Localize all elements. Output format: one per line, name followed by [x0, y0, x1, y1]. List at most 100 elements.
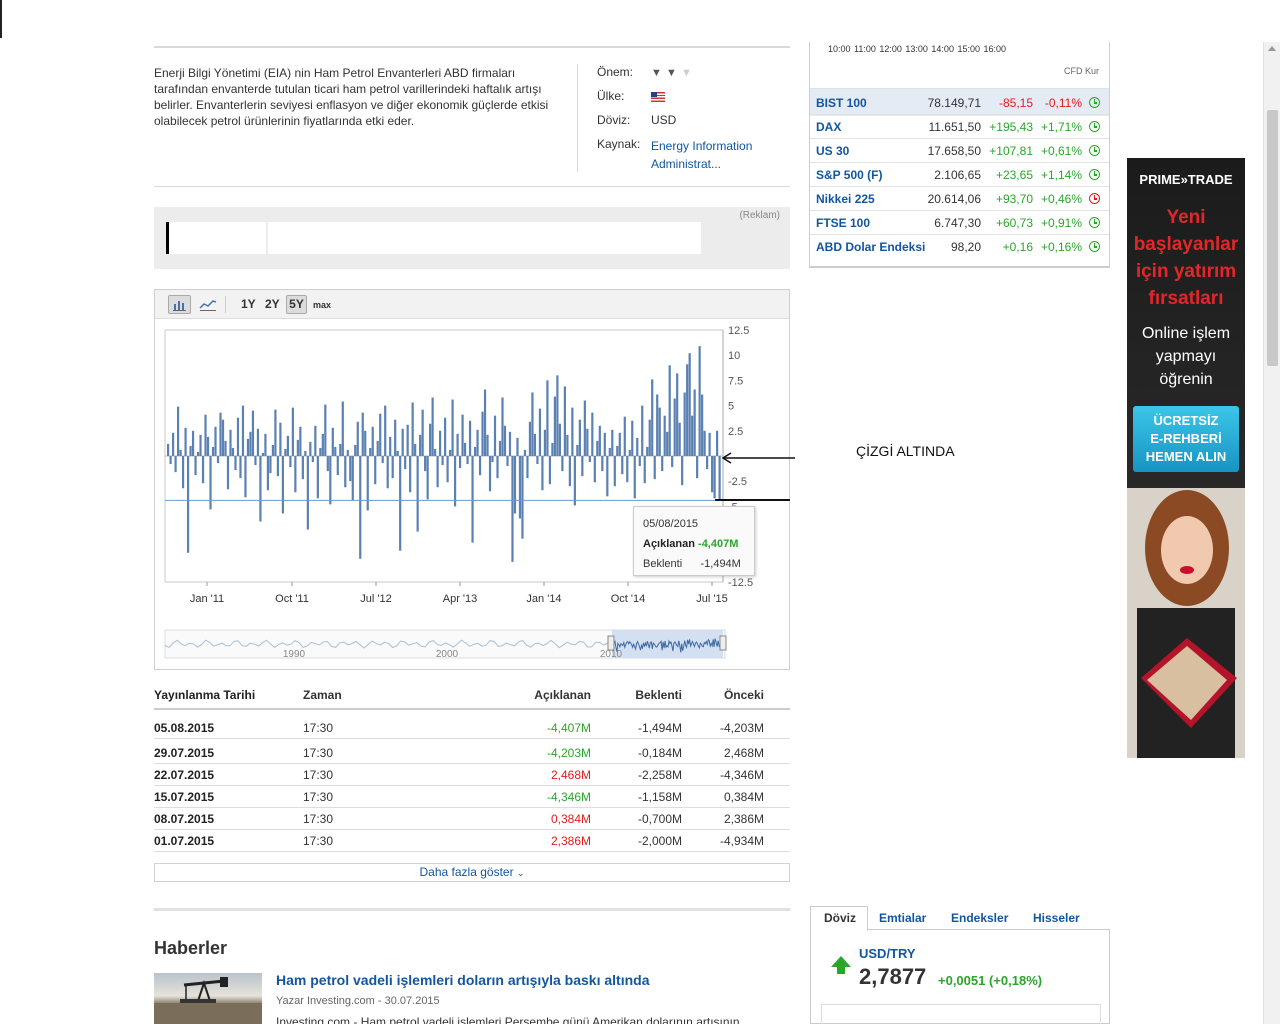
data-bar[interactable]: [271, 444, 275, 456]
data-bar[interactable]: [321, 433, 324, 456]
data-bar[interactable]: [448, 449, 452, 456]
data-bar[interactable]: [698, 346, 701, 456]
data-bar[interactable]: [286, 435, 289, 456]
range-1y-button[interactable]: 1Y: [241, 297, 256, 311]
data-bar[interactable]: [179, 449, 182, 456]
data-bar[interactable]: [503, 425, 507, 456]
data-bar[interactable]: [566, 434, 569, 456]
data-bar[interactable]: [661, 456, 664, 472]
index-row[interactable]: FTSE 100 6.747,30 +60,73 +0,91%: [810, 210, 1109, 234]
data-bar[interactable]: [643, 456, 646, 484]
data-bar[interactable]: [396, 450, 399, 456]
data-bar[interactable]: [651, 379, 654, 456]
fx-pair-link[interactable]: USD/TRY: [859, 946, 916, 961]
data-bar[interactable]: [251, 410, 255, 456]
data-bar[interactable]: [578, 419, 581, 456]
data-bar[interactable]: [468, 420, 472, 456]
data-bar[interactable]: [606, 456, 609, 497]
data-bar[interactable]: [441, 456, 444, 466]
data-bar[interactable]: [421, 409, 424, 456]
data-bar[interactable]: [508, 431, 512, 456]
data-bar[interactable]: [246, 438, 250, 456]
data-bar[interactable]: [169, 456, 172, 465]
data-bar[interactable]: [304, 450, 307, 456]
data-bar[interactable]: [416, 456, 419, 532]
data-bar[interactable]: [174, 456, 177, 473]
ad-text-area[interactable]: [268, 222, 701, 254]
data-bar[interactable]: [646, 446, 649, 456]
data-bar[interactable]: [274, 409, 277, 456]
data-bar[interactable]: [513, 456, 517, 514]
data-bar[interactable]: [229, 429, 232, 456]
data-bar[interactable]: [701, 394, 704, 456]
data-bar[interactable]: [426, 456, 429, 500]
data-bar[interactable]: [264, 433, 267, 456]
data-bar[interactable]: [279, 422, 282, 456]
data-bar[interactable]: [201, 456, 205, 484]
data-bar[interactable]: [588, 456, 591, 463]
data-bar[interactable]: [518, 456, 522, 519]
data-bar[interactable]: [476, 429, 479, 456]
data-bar[interactable]: [209, 456, 212, 510]
data-bar[interactable]: [493, 415, 497, 456]
data-bar[interactable]: [429, 423, 432, 456]
data-bar[interactable]: [483, 389, 487, 456]
data-bar[interactable]: [334, 446, 337, 456]
data-bar[interactable]: [256, 428, 260, 456]
data-bar[interactable]: [236, 417, 240, 456]
data-bar[interactable]: [296, 439, 299, 456]
data-bar[interactable]: [603, 432, 606, 456]
data-bar[interactable]: [311, 456, 314, 463]
data-bar[interactable]: [528, 421, 532, 456]
tab-doviz[interactable]: Döviz: [824, 911, 856, 925]
data-bar[interactable]: [439, 430, 442, 456]
data-bar[interactable]: [666, 431, 669, 456]
data-bar[interactable]: [299, 426, 302, 456]
data-bar[interactable]: [551, 442, 554, 456]
data-bar[interactable]: [206, 436, 210, 456]
data-bar[interactable]: [376, 440, 379, 456]
data-bar[interactable]: [167, 443, 170, 456]
data-bar[interactable]: [171, 432, 175, 456]
bar-chart-icon[interactable]: [168, 295, 191, 314]
source-link[interactable]: Energy Information Administrat...: [651, 137, 752, 173]
navigator-handle-right[interactable]: [719, 635, 727, 651]
data-bar[interactable]: [543, 429, 547, 456]
data-bar[interactable]: [389, 436, 392, 456]
data-bar[interactable]: [538, 408, 542, 456]
data-bar[interactable]: [681, 456, 684, 486]
data-bar[interactable]: [573, 456, 576, 506]
data-bar[interactable]: [346, 449, 349, 456]
data-bar[interactable]: [576, 444, 579, 456]
data-bar[interactable]: [409, 456, 412, 493]
data-bar[interactable]: [703, 430, 706, 456]
data-bar[interactable]: [638, 456, 641, 467]
data-bar[interactable]: [556, 375, 559, 456]
data-bar[interactable]: [458, 456, 462, 469]
data-bar[interactable]: [351, 456, 354, 501]
data-bar[interactable]: [593, 456, 596, 483]
banner-cta-button[interactable]: ÜCRETSİZ E-REHBERİ HEMEN ALIN: [1133, 406, 1239, 472]
data-bar[interactable]: [533, 433, 537, 456]
scroll-up-icon[interactable]: [1268, 46, 1276, 51]
data-bar[interactable]: [446, 456, 449, 483]
data-bar[interactable]: [224, 440, 227, 456]
data-bar[interactable]: [226, 456, 230, 490]
tab-hisseler[interactable]: Hisseler: [1033, 911, 1080, 925]
data-bar[interactable]: [266, 456, 270, 491]
data-bar[interactable]: [491, 456, 494, 463]
data-bar[interactable]: [394, 419, 397, 456]
data-bar[interactable]: [291, 407, 294, 456]
data-bar[interactable]: [404, 456, 407, 470]
range-max-button[interactable]: max: [313, 300, 331, 310]
index-name-link[interactable]: ABD Dolar Endeksi: [816, 240, 925, 254]
index-row[interactable]: S&P 500 (F) 2.106,65 +23,65 +1,14%: [810, 162, 1109, 186]
data-bar[interactable]: [436, 456, 439, 488]
index-row[interactable]: ABD Dolar Endeksi 98,20 +0,16 +0,16%: [810, 234, 1109, 258]
data-bar[interactable]: [399, 456, 402, 551]
data-bar[interactable]: [234, 456, 237, 471]
data-bar[interactable]: [706, 456, 709, 470]
data-bar[interactable]: [486, 434, 489, 456]
data-bar[interactable]: [471, 456, 474, 543]
data-bar[interactable]: [269, 456, 272, 474]
